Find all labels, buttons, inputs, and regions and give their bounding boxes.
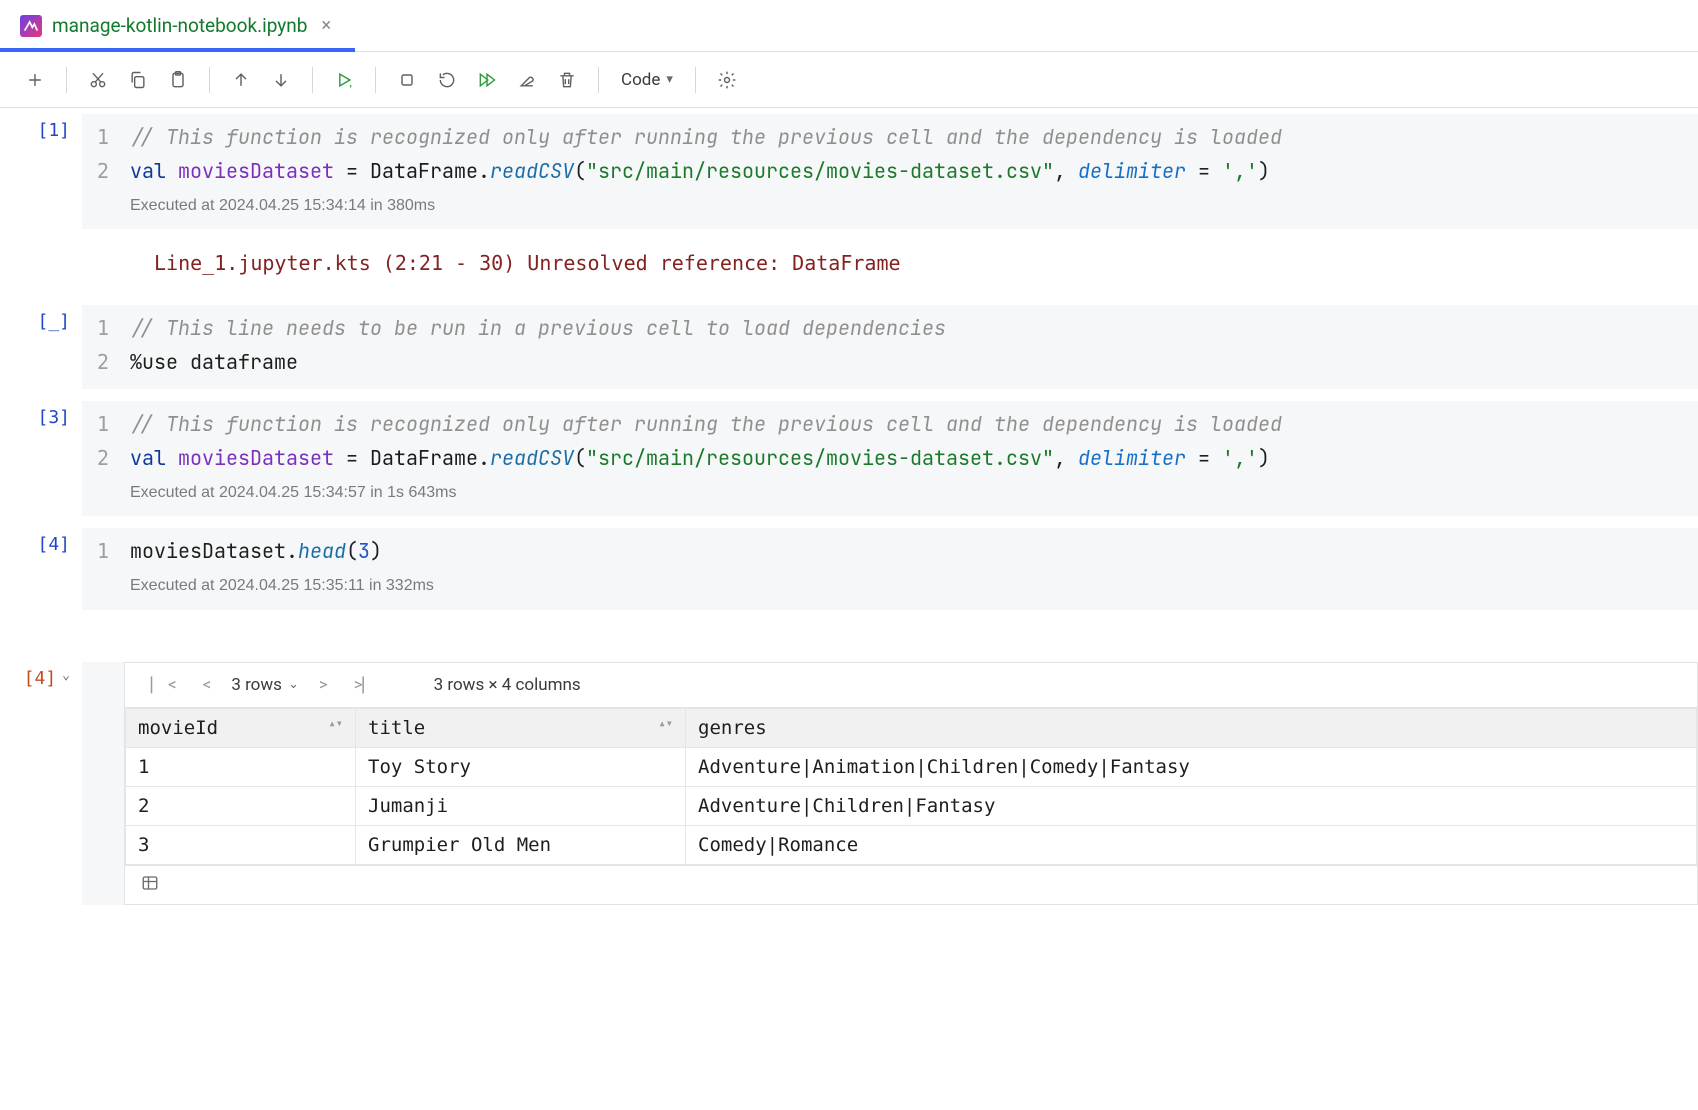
add-cell-button[interactable] xyxy=(18,63,52,97)
code-line: val moviesDataset = DataFrame.readCSV("s… xyxy=(130,154,1684,188)
code-line: // This function is recognized only afte… xyxy=(130,407,1684,441)
tab-bar: manage-kotlin-notebook.ipynb × xyxy=(0,0,1698,52)
gutter xyxy=(82,662,124,905)
move-up-button[interactable] xyxy=(224,63,258,97)
separator xyxy=(695,67,696,93)
rows-label: 3 rows xyxy=(231,675,282,695)
column-header[interactable]: title▴▾ xyxy=(356,708,686,747)
paste-button[interactable] xyxy=(161,63,195,97)
code-editor[interactable]: moviesDataset.head(3)Executed at 2024.04… xyxy=(124,528,1698,609)
cell-movieId: 3 xyxy=(126,825,356,864)
code-editor[interactable]: // This line needs to be run in a previo… xyxy=(124,305,1698,389)
close-icon[interactable]: × xyxy=(317,13,335,38)
dataframe-table: movieId▴▾title▴▾genres 1Toy StoryAdventu… xyxy=(125,708,1697,865)
cell-title: Toy Story xyxy=(356,747,686,786)
code-cell: [3]12// This function is recognized only… xyxy=(0,401,1698,516)
code-editor[interactable]: // This function is recognized only afte… xyxy=(124,114,1698,229)
column-header[interactable]: movieId▴▾ xyxy=(126,708,356,747)
notebook-file-icon xyxy=(20,15,42,37)
input-prompt: [3] xyxy=(0,401,82,516)
gutter: 12 xyxy=(82,401,124,516)
copy-button[interactable] xyxy=(121,63,155,97)
dataframe-output: ⎸< < 3 rows ⌄ > >⎸ 3 rows × 4 columns mo… xyxy=(124,662,1698,905)
code-line: // This function is recognized only afte… xyxy=(130,120,1684,154)
table-row[interactable]: 3Grumpier Old MenComedy|Romance xyxy=(126,825,1697,864)
input-prompt: [_] xyxy=(0,305,82,389)
table-view-icon[interactable] xyxy=(141,877,159,896)
code-line: moviesDataset.head(3) xyxy=(130,534,1684,568)
code-editor[interactable]: // This function is recognized only afte… xyxy=(124,401,1698,516)
separator xyxy=(209,67,210,93)
chevron-down-icon[interactable]: ⌄ xyxy=(62,668,70,683)
next-page-icon[interactable]: > xyxy=(313,673,334,697)
cell-movieId: 1 xyxy=(126,747,356,786)
cell-genres: Comedy|Romance xyxy=(686,825,1697,864)
separator xyxy=(312,67,313,93)
cell-type-label: Code xyxy=(621,70,660,90)
input-prompt: [4] xyxy=(0,528,82,609)
run-cell-button[interactable] xyxy=(327,63,361,97)
prev-page-icon[interactable]: < xyxy=(197,673,218,697)
toolbar: Code ▾ xyxy=(0,52,1698,108)
output-footer xyxy=(125,865,1697,904)
separator xyxy=(66,67,67,93)
rows-summary: 3 rows × 4 columns xyxy=(434,675,581,695)
output-toolbar: ⎸< < 3 rows ⌄ > >⎸ 3 rows × 4 columns xyxy=(125,663,1697,708)
execution-meta: Executed at 2024.04.25 15:35:11 in 332ms xyxy=(130,568,1684,599)
code-line: // This line needs to be run in a previo… xyxy=(130,311,1684,345)
rows-select[interactable]: 3 rows ⌄ xyxy=(231,675,299,695)
column-header[interactable]: genres xyxy=(686,708,1697,747)
cell-title: Grumpier Old Men xyxy=(356,825,686,864)
settings-button[interactable] xyxy=(710,63,744,97)
output-cell: [4] ⌄ ⎸< < 3 rows ⌄ > >⎸ 3 rows × 4 colu… xyxy=(0,662,1698,905)
code-line: %use dataframe xyxy=(130,345,1684,379)
output-prompt: [4] ⌄ xyxy=(0,662,82,905)
cell-genres: Adventure|Children|Fantasy xyxy=(686,786,1697,825)
output-prompt-label: [4] xyxy=(24,668,57,689)
cut-button[interactable] xyxy=(81,63,115,97)
error-output: Line_1.jupyter.kts (2:21 - 30) Unresolve… xyxy=(124,241,1698,285)
separator xyxy=(375,67,376,93)
code-cell: [4]1moviesDataset.head(3)Executed at 202… xyxy=(0,528,1698,609)
clear-output-button[interactable] xyxy=(510,63,544,97)
chevron-down-icon: ⌄ xyxy=(288,677,299,692)
table-row[interactable]: 2JumanjiAdventure|Children|Fantasy xyxy=(126,786,1697,825)
delete-button[interactable] xyxy=(550,63,584,97)
gutter: 12 xyxy=(82,305,124,389)
chevron-down-icon: ▾ xyxy=(666,72,673,87)
separator xyxy=(598,67,599,93)
sort-icon[interactable]: ▴▾ xyxy=(659,717,673,729)
cell-type-select[interactable]: Code ▾ xyxy=(613,66,681,94)
restart-button[interactable] xyxy=(430,63,464,97)
notebook-body: [1]12// This function is recognized only… xyxy=(0,108,1698,662)
cell-movieId: 2 xyxy=(126,786,356,825)
tab-title: manage-kotlin-notebook.ipynb xyxy=(52,14,307,37)
file-tab[interactable]: manage-kotlin-notebook.ipynb × xyxy=(0,0,355,51)
code-cell: [_]12// This line needs to be run in a p… xyxy=(0,305,1698,389)
gutter: 12 xyxy=(82,114,124,229)
cell-genres: Adventure|Animation|Children|Comedy|Fant… xyxy=(686,747,1697,786)
table-header-row: movieId▴▾title▴▾genres xyxy=(126,708,1697,747)
execution-meta: Executed at 2024.04.25 15:34:57 in 1s 64… xyxy=(130,475,1684,506)
gutter: 1 xyxy=(82,528,124,609)
code-cell: [1]12// This function is recognized only… xyxy=(0,114,1698,229)
code-line: val moviesDataset = DataFrame.readCSV("s… xyxy=(130,441,1684,475)
table-row[interactable]: 1Toy StoryAdventure|Animation|Children|C… xyxy=(126,747,1697,786)
sort-icon[interactable]: ▴▾ xyxy=(329,717,343,729)
input-prompt: [1] xyxy=(0,114,82,229)
stop-button[interactable] xyxy=(390,63,424,97)
first-page-icon[interactable]: ⎸< xyxy=(145,673,183,697)
move-down-button[interactable] xyxy=(264,63,298,97)
execution-meta: Executed at 2024.04.25 15:34:14 in 380ms xyxy=(130,188,1684,219)
last-page-icon[interactable]: >⎸ xyxy=(348,673,386,697)
cell-title: Jumanji xyxy=(356,786,686,825)
run-all-button[interactable] xyxy=(470,63,504,97)
